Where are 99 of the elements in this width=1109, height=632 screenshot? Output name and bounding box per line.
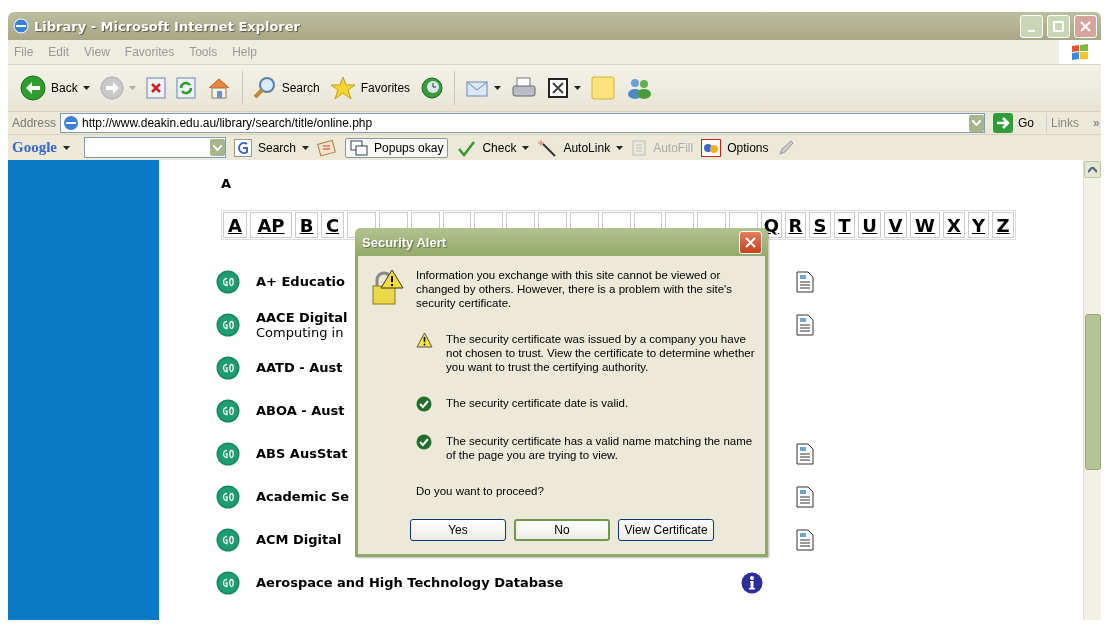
people-icon[interactable] xyxy=(625,76,654,100)
go-icon[interactable] xyxy=(216,269,240,294)
proceed-question: Do you want to proceed? xyxy=(416,485,545,497)
section-heading: A xyxy=(221,176,233,192)
star-icon[interactable] xyxy=(329,76,356,100)
windows-flag-icon xyxy=(1070,43,1090,61)
document-icon[interactable] xyxy=(796,528,814,551)
caret-icon[interactable] xyxy=(63,145,70,150)
go-icon[interactable] xyxy=(216,441,240,466)
dialog-button[interactable]: No xyxy=(514,519,610,541)
google-g-icon[interactable] xyxy=(234,138,252,157)
security-message: Information you exchange with this site cannot be viewed or changed by others. However, there is a problem with the site's security certificate. xyxy=(416,268,734,310)
page-icon xyxy=(63,115,80,131)
go-icon[interactable] xyxy=(216,527,240,552)
resource-title[interactable]: AATD - Aust xyxy=(256,360,343,375)
search-icon[interactable] xyxy=(252,76,277,100)
document-icon[interactable] xyxy=(796,485,814,508)
resource-title[interactable]: Academic Se xyxy=(256,489,350,504)
search-button-label[interactable]: Search xyxy=(281,81,320,95)
popups-button[interactable]: Popups okay xyxy=(345,137,449,158)
padlock-warning-icon xyxy=(370,268,404,308)
letter-link[interactable]: B xyxy=(295,212,318,238)
letter-link[interactable]: R xyxy=(785,212,806,238)
magic-wand-icon[interactable] xyxy=(537,138,558,157)
document-icon[interactable] xyxy=(796,270,814,293)
pencil-icon[interactable] xyxy=(776,138,795,157)
search-field[interactable] xyxy=(84,137,226,158)
google-logo[interactable]: Google xyxy=(12,139,57,156)
info-icon[interactable] xyxy=(741,571,763,594)
close-button[interactable] xyxy=(1074,14,1097,38)
go-icon[interactable] xyxy=(216,570,240,595)
address-field[interactable]: http://www.deakin.edu.au/library/search/title/online.php xyxy=(60,113,985,133)
caret-icon[interactable] xyxy=(494,86,502,90)
letter-link[interactable]: Z xyxy=(992,212,1014,238)
scrollbar-thumb[interactable] xyxy=(1084,314,1101,470)
search-button-label[interactable]: Search xyxy=(258,140,297,155)
go-icon[interactable] xyxy=(216,398,240,423)
letter-link[interactable]: A xyxy=(223,212,247,238)
options-button-label[interactable]: Options xyxy=(727,140,769,155)
go-icon[interactable] xyxy=(216,484,240,509)
maximize-icon xyxy=(1053,20,1064,32)
certificate-check-text: The security certificate date is valid. xyxy=(446,396,630,411)
caret-icon[interactable] xyxy=(82,86,90,90)
go-icon[interactable] xyxy=(216,312,240,337)
maximize-button[interactable] xyxy=(1047,14,1070,38)
dialog-button[interactable]: View Certificate xyxy=(618,519,714,541)
document-icon[interactable] xyxy=(796,442,814,465)
autolink-button-label[interactable]: AutoLink xyxy=(563,140,611,155)
dropdown-icon[interactable] xyxy=(213,144,222,151)
close-icon xyxy=(745,236,756,248)
letter-link[interactable]: V xyxy=(884,212,907,238)
letter-link[interactable]: X xyxy=(943,212,965,238)
stop-icon[interactable] xyxy=(145,77,166,99)
caret-icon[interactable] xyxy=(522,145,530,150)
browser-icon xyxy=(12,17,30,35)
resource-title[interactable]: ABS AusStat xyxy=(256,446,348,461)
dialog-title: Security Alert xyxy=(362,234,448,250)
history-clock-icon[interactable] xyxy=(420,76,445,100)
minimize-icon xyxy=(1028,29,1035,32)
letter-link[interactable]: C xyxy=(321,212,344,238)
document-icon[interactable] xyxy=(796,313,814,336)
check-button-label[interactable]: Check xyxy=(482,140,517,155)
minimize-button[interactable] xyxy=(1020,14,1043,38)
certificate-check-text: The security certificate was issued by a company you have not chosen to trust. View the certificate to determine whether you want to trust the certifying authority. xyxy=(446,332,756,374)
caret-icon[interactable] xyxy=(574,86,582,90)
edit-icon[interactable] xyxy=(547,77,570,99)
close-icon xyxy=(1080,20,1091,32)
resource-title[interactable]: ABOA - Aust xyxy=(256,403,345,418)
newspaper-icon[interactable] xyxy=(317,138,338,157)
resource-title[interactable]: AACE Digital xyxy=(256,309,348,325)
dialog-button[interactable]: Yes xyxy=(410,519,506,541)
close-button[interactable] xyxy=(739,230,762,254)
go-icon[interactable] xyxy=(216,355,240,380)
certificate-check-text: The security certificate has a valid name matching the name of the page you are trying to view. xyxy=(446,434,754,462)
popup-window-icon xyxy=(350,139,369,156)
back-button-label[interactable]: Back xyxy=(51,81,78,95)
resource-title[interactable]: Aerospace and High Technology Database xyxy=(256,575,564,590)
letter-link[interactable]: T xyxy=(834,212,855,238)
resource-subtitle: Computing in xyxy=(256,324,344,340)
window-title: Library - Microsoft Internet Explorer xyxy=(34,18,301,34)
address-label: Address xyxy=(12,116,57,130)
caret-up-icon xyxy=(1088,166,1097,173)
options-icon[interactable] xyxy=(701,138,722,157)
letter-link[interactable]: AP xyxy=(250,212,292,238)
caret-icon[interactable] xyxy=(302,145,310,150)
go-button-label[interactable]: Go xyxy=(1018,116,1034,130)
printer-icon[interactable] xyxy=(511,76,538,100)
caret-icon[interactable] xyxy=(616,145,624,150)
refresh-icon[interactable] xyxy=(175,77,196,99)
resource-title[interactable]: A+ Educatio xyxy=(256,274,345,289)
letter-link[interactable]: Y xyxy=(968,212,989,238)
favorites-button-label[interactable]: Favorites xyxy=(360,81,411,95)
go-arrow-icon[interactable] xyxy=(993,113,1013,133)
letter-link[interactable]: S xyxy=(809,212,831,238)
letter-link[interactable]: W xyxy=(910,212,940,238)
resource-title[interactable]: ACM Digital xyxy=(256,532,342,547)
scroll-up-button[interactable] xyxy=(1084,161,1101,178)
dropdown-icon[interactable] xyxy=(972,120,981,126)
letter-link[interactable]: U xyxy=(858,212,881,238)
